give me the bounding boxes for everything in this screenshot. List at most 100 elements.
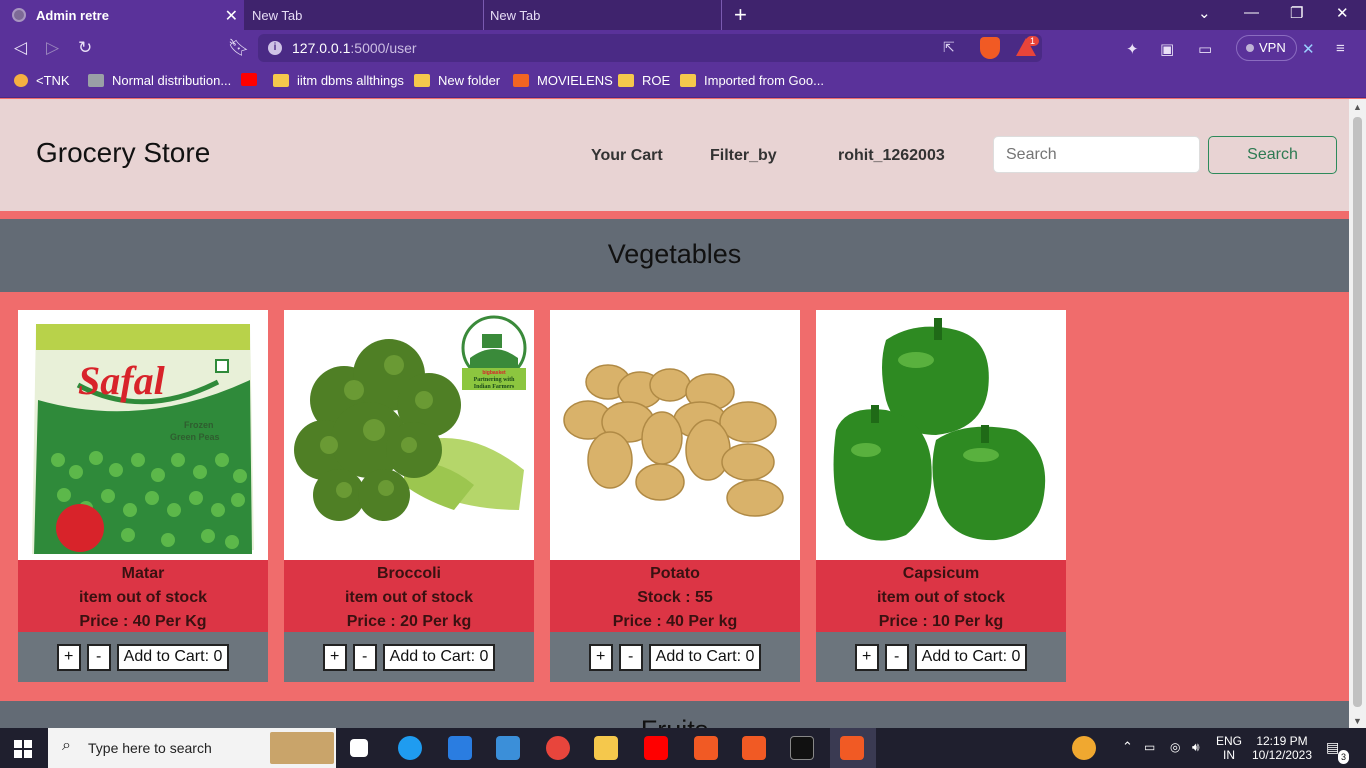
weather-icon[interactable] [1072,736,1096,760]
page-scrollbar[interactable]: ▲ ▼ [1349,99,1366,728]
battery-icon[interactable]: ▭ [1144,740,1155,754]
product-stock: Stock : 55 [637,589,713,606]
edge-icon[interactable] [398,736,422,760]
store-icon[interactable] [448,736,472,760]
restore-icon[interactable]: ❐ [1290,4,1303,22]
product-actions: + - Add to Cart: 0 [550,632,800,682]
clock[interactable]: 12:19 PM 10/12/2023 [1250,734,1314,762]
folder-icon [414,74,430,87]
add-to-cart-button[interactable]: Add to Cart: 0 [116,643,230,671]
add-to-cart-button[interactable]: Add to Cart: 0 [914,643,1028,671]
scrollbar-thumb[interactable] [1353,117,1362,707]
windows-start-icon[interactable] [14,740,32,758]
forward-icon[interactable]: ▷ [46,38,59,58]
menu-icon[interactable]: ≡ [1336,40,1345,57]
task-view-icon[interactable] [350,739,368,757]
section-header-fruits: Fruits [0,701,1349,728]
new-tab-button[interactable]: + [734,2,747,28]
site-icon [88,74,104,87]
nav-username[interactable]: rohit_1262003 [838,147,945,165]
tab-search-chevron-icon[interactable]: ⌄ [1198,4,1211,22]
bookmark-tnk[interactable]: <TNK [14,73,70,88]
search-icon: ⌕ [62,737,71,754]
tray-chevron-icon[interactable]: ⌃ [1122,740,1133,754]
url-text[interactable]: 127.0.0.1:5000/user [292,40,417,56]
sidebar-icon[interactable]: ▣ [1160,40,1174,58]
file-explorer-icon[interactable] [594,736,618,760]
product-card-matar: Safal Frozen Green Peas Matar item out o… [18,310,268,682]
wallet-icon[interactable]: ▭ [1198,40,1212,58]
folder-icon [680,74,696,87]
brave-shields-icon[interactable] [980,37,1000,59]
svg-text:Frozen: Frozen [184,420,214,430]
decrease-qty-button[interactable]: - [352,643,377,671]
close-window-icon[interactable]: ✕ [1336,4,1349,22]
product-info: Capsicum item out of stock Price : 10 Pe… [816,560,1066,632]
browser-tab-bar: Admin retre ✕ New Tab New Tab + ⌄ — ❐ ✕ [0,0,1366,30]
decrease-qty-button[interactable]: - [618,643,643,671]
nav-filter-by[interactable]: Filter_by [710,147,777,165]
product-actions: + - Add to Cart: 0 [18,632,268,682]
product-stock: item out of stock [344,589,473,606]
bookmark-youtube[interactable] [241,73,265,86]
address-bar[interactable]: i 127.0.0.1:5000/user ⇱ 1 [258,34,1042,62]
scroll-up-icon[interactable]: ▲ [1353,102,1362,112]
increase-qty-button[interactable]: + [854,643,879,671]
brave-active-icon[interactable] [840,736,864,760]
site-navbar: Grocery Store Your Cart Filter_by rohit_… [0,99,1349,211]
section-title: Vegetables [607,239,742,269]
site-info-icon[interactable]: i [268,41,282,55]
product-name: Potato [650,565,700,582]
tab-new-tab-2[interactable]: New Tab [484,0,722,30]
increase-qty-button[interactable]: + [588,643,613,671]
svg-text:Partnering with: Partnering with [474,377,515,383]
share-icon[interactable]: ⇱ [943,39,955,56]
terminal-icon[interactable] [790,736,814,760]
taskbar-search[interactable]: ⌕ Type here to search [48,728,336,768]
decrease-qty-button[interactable]: - [884,643,909,671]
tab-title: New Tab [252,7,303,23]
bookmark-imported[interactable]: Imported from Goo... [680,73,824,88]
web-page: Grocery Store Your Cart Filter_by rohit_… [0,99,1349,728]
nav-your-cart[interactable]: Your Cart [591,147,663,165]
bookmark-normal-distribution[interactable]: Normal distribution... [88,73,231,88]
product-image-capsicum [816,310,1066,560]
bookmark-iitm-dbms[interactable]: iitm dbms allthings [273,73,404,88]
back-icon[interactable]: ◁ [14,38,27,58]
search-button[interactable]: Search [1208,136,1337,174]
minimize-icon[interactable]: — [1244,4,1259,21]
chrome-icon[interactable] [546,736,570,760]
volume-icon[interactable]: 🔊︎ [1192,740,1200,754]
product-price: Price : 10 Per kg [878,613,1004,630]
brave-profile-icon[interactable] [742,736,766,760]
close-tab-icon[interactable]: ✕ [225,6,238,26]
brand-title[interactable]: Grocery Store [36,137,210,169]
mail-icon[interactable] [496,736,520,760]
increase-qty-button[interactable]: + [322,643,347,671]
product-stock: item out of stock [78,589,207,606]
vpn-button[interactable]: VPN [1236,35,1297,61]
tab-admin-retre[interactable]: Admin retre ✕ [0,0,244,30]
youtube-app-icon[interactable] [644,736,668,760]
add-to-cart-button[interactable]: Add to Cart: 0 [648,643,762,671]
network-icon[interactable]: ◎ [1170,740,1180,754]
increase-qty-button[interactable]: + [56,643,81,671]
extensions-icon[interactable]: ✦ [1126,40,1139,58]
add-to-cart-button[interactable]: Add to Cart: 0 [382,643,496,671]
tab-title: New Tab [490,7,541,23]
bookmark-new-folder[interactable]: New folder [414,73,500,88]
language-indicator[interactable]: ENG IN [1216,734,1242,762]
bookmark-icon[interactable]: 🔖︎ [228,38,250,58]
reload-icon[interactable]: ↻ [78,38,92,58]
brave-app-icon[interactable] [694,736,718,760]
product-price: Price : 40 Per kg [612,613,738,630]
leo-ai-icon[interactable]: ✕ [1302,40,1315,58]
decrease-qty-button[interactable]: - [86,643,111,671]
bookmark-movielens[interactable]: MOVIELENS [513,73,613,88]
tab-new-tab[interactable]: New Tab [244,0,484,30]
bookmark-roe[interactable]: ROE [618,73,670,88]
scroll-down-icon[interactable]: ▼ [1353,716,1362,726]
notification-icon[interactable]: ▤ [1326,740,1339,754]
folder-icon [273,74,289,87]
search-input[interactable] [993,136,1200,173]
